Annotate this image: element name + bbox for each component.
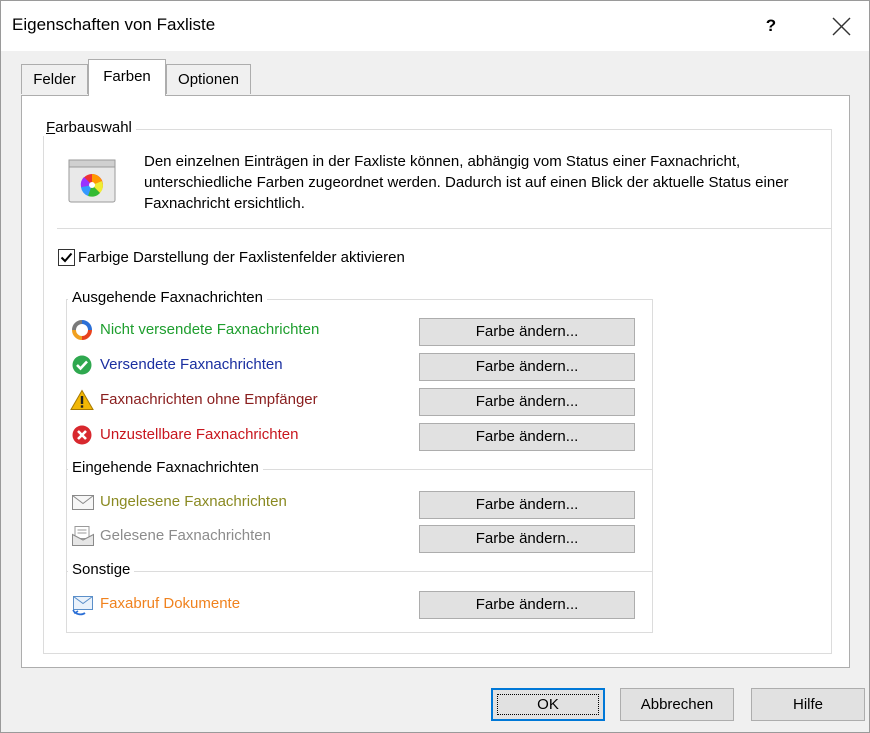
incoming-unread-label: Ungelesene Faxnachrichten	[100, 493, 287, 510]
outgoing-no-recipient-label: Faxnachrichten ohne Empfänger	[100, 391, 318, 408]
outgoing-unsent-label: Nicht versendete Faxnachrichten	[100, 321, 320, 338]
envelope-icon	[71, 491, 94, 513]
change-color-read-button[interactable]: Farbe ändern...	[419, 525, 635, 553]
colored-display-checkbox[interactable]	[58, 249, 75, 266]
close-button[interactable]	[819, 7, 863, 45]
farbauswahl-label-rest: arbauswahl	[55, 119, 132, 136]
other-fax-poll-label: Faxabruf Dokumente	[100, 595, 241, 612]
tab-panel-farben: Farbauswahl Den einzelnen Einträgen in d…	[21, 95, 850, 668]
tab-optionen[interactable]: Optionen	[166, 64, 251, 94]
other-section-label: Sonstige	[68, 561, 135, 578]
change-color-undeliverable-button[interactable]: Farbe ändern...	[419, 423, 635, 451]
checkmark-icon	[60, 252, 73, 263]
ok-button[interactable]: OK	[491, 688, 605, 721]
title-bar: Eigenschaften von Faxliste ?	[1, 1, 869, 51]
outgoing-undeliverable-label: Unzustellbare Faxnachrichten	[100, 426, 299, 443]
outgoing-section-label: Ausgehende Faxnachrichten	[68, 289, 267, 306]
incoming-read-label: Gelesene Faxnachrichten	[100, 527, 271, 544]
other-section-separator	[66, 571, 653, 572]
read-document-icon	[71, 525, 94, 547]
help-icon[interactable]: ?	[753, 9, 789, 43]
properties-dialog: Eigenschaften von Faxliste ? Felder Farb…	[0, 0, 870, 733]
change-color-no-recipient-button[interactable]: Farbe ändern...	[419, 388, 635, 416]
window-title: Eigenschaften von Faxliste	[12, 15, 216, 34]
farbauswahl-label: Farbauswahl	[42, 119, 136, 136]
colored-display-checkbox-label[interactable]: Farbige Darstellung der Faxlistenfelder …	[78, 249, 405, 266]
check-circle-icon	[71, 354, 93, 376]
color-palette-icon	[68, 159, 116, 203]
change-color-fax-poll-button[interactable]: Farbe ändern...	[419, 591, 635, 619]
tab-farben[interactable]: Farben	[88, 59, 166, 96]
help-button[interactable]: Hilfe	[751, 688, 865, 721]
outgoing-sent-label: Versendete Faxnachrichten	[100, 356, 283, 373]
cancel-button[interactable]: Abbrechen	[620, 688, 734, 721]
fax-poll-icon	[71, 593, 93, 616]
tab-felder[interactable]: Felder	[21, 64, 88, 94]
change-color-sent-button[interactable]: Farbe ändern...	[419, 353, 635, 381]
sync-icon	[71, 319, 93, 341]
description-text: Den einzelnen Einträgen in der Faxliste …	[144, 153, 789, 212]
focus-rectangle	[497, 694, 599, 715]
error-circle-icon	[71, 424, 93, 446]
change-color-unsent-button[interactable]: Farbe ändern...	[419, 318, 635, 346]
warning-icon	[70, 389, 94, 411]
change-color-unread-button[interactable]: Farbe ändern...	[419, 491, 635, 519]
close-icon	[832, 17, 851, 36]
incoming-section-label: Eingehende Faxnachrichten	[68, 459, 263, 476]
separator	[57, 228, 832, 229]
